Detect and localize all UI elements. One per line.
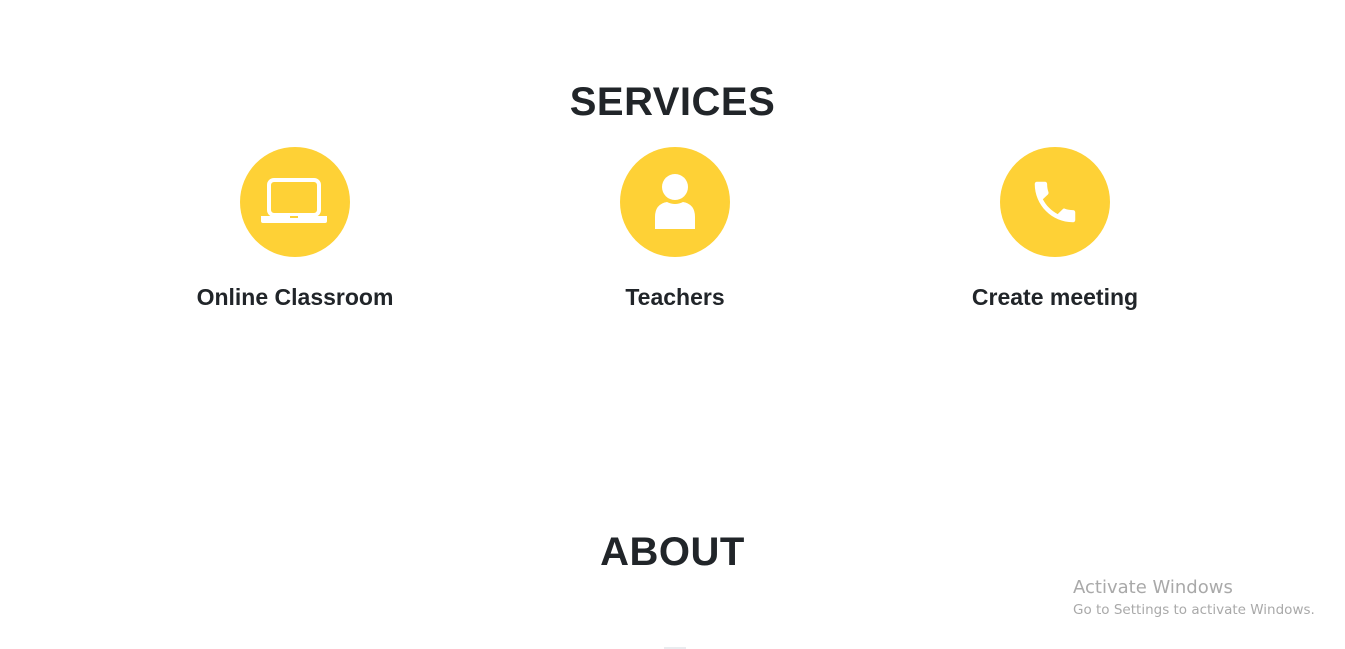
user-icon — [655, 174, 695, 229]
phone-icon — [1034, 181, 1076, 223]
watermark-title: Activate Windows — [1073, 577, 1233, 598]
service-icon-circle — [240, 147, 350, 257]
service-icon-circle — [1000, 147, 1110, 257]
service-label: Create meeting — [971, 284, 1139, 310]
watermark-subtitle: Go to Settings to activate Windows. — [1073, 601, 1315, 618]
service-teachers[interactable]: Teachers — [525, 147, 825, 312]
page: SERVICES Online Classroom Teachers Creat… — [0, 0, 1345, 649]
laptop-icon — [261, 178, 327, 223]
services-heading: SERVICES — [569, 80, 776, 124]
service-label: Online Classroom — [196, 284, 394, 310]
service-create-meeting[interactable]: Create meeting — [905, 147, 1205, 312]
service-icon-circle — [620, 147, 730, 257]
activate-windows-watermark: Activate Windows Go to Settings to activ… — [1073, 577, 1315, 619]
about-heading: ABOUT — [600, 530, 745, 574]
service-online-classroom[interactable]: Online Classroom — [145, 147, 445, 312]
service-label: Teachers — [625, 284, 725, 310]
